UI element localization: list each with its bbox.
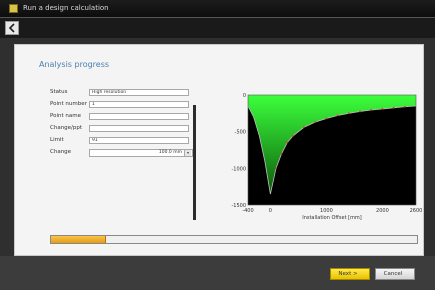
limit-field[interactable]: 91	[89, 137, 189, 144]
x-axis-label: Installation Offset [mm]	[302, 215, 362, 221]
data-point	[325, 117, 328, 120]
data-point	[336, 114, 339, 117]
y-tick-label: -1500	[231, 203, 246, 209]
status-field[interactable]: High resolution	[89, 89, 189, 96]
data-point	[392, 106, 395, 109]
next-button[interactable]: Next >	[330, 268, 370, 280]
cancel-button-label: Cancel	[383, 271, 403, 277]
data-point	[275, 167, 277, 170]
window-title: Run a design calculation	[23, 4, 109, 12]
change-select-value: 100.0 mm	[158, 150, 182, 155]
field-label-limit: Limit	[50, 137, 64, 143]
chevron-down-icon: ▾	[184, 150, 191, 156]
field-label-change-ppt: Change/ppt	[50, 125, 83, 131]
data-point	[314, 121, 317, 124]
point-name-field[interactable]	[89, 113, 189, 120]
vertical-divider	[193, 105, 196, 220]
section-title: Analysis progress	[39, 60, 110, 69]
data-point	[280, 152, 283, 155]
field-label-change: Change	[50, 149, 72, 155]
x-tick-label: 2000	[376, 208, 389, 214]
cancel-button[interactable]: Cancel	[375, 268, 415, 280]
y-tick-label: -1000	[231, 166, 246, 172]
field-label-status: Status	[50, 89, 68, 95]
data-point	[370, 109, 373, 111]
x-tick-label: 2600	[410, 208, 422, 214]
chart-svg: -400 0 1000 2000 26000-500-1000-1500Installa…	[231, 93, 422, 221]
x-tick-label: 1000	[320, 208, 333, 214]
data-point	[359, 110, 361, 113]
data-point	[303, 126, 305, 129]
progress-fill	[51, 236, 106, 243]
data-point	[291, 135, 294, 137]
field-label-point-name: Point name	[50, 113, 82, 119]
progress-bar	[50, 235, 418, 244]
data-point	[347, 112, 350, 115]
change-ppt-field[interactable]	[89, 125, 189, 132]
content-panel: Analysis progress Status High resolution…	[14, 44, 424, 256]
app-icon	[9, 4, 18, 13]
toolbar	[0, 18, 435, 38]
footer: Next > Cancel	[0, 256, 435, 290]
data-point	[286, 141, 289, 144]
back-arrow-icon[interactable]	[5, 21, 19, 35]
data-point	[381, 108, 384, 110]
next-button-label: Next >	[338, 271, 358, 277]
data-point	[403, 105, 406, 108]
title-bar: Run a design calculation	[0, 0, 435, 18]
dialog-window: Run a design calculation Analysis progre…	[0, 0, 435, 290]
field-label-point-number: Point number	[50, 101, 87, 107]
x-tick-label: 0	[269, 208, 272, 214]
offset-chart: -400 0 1000 2000 2600 0 -500 -1000 -1500 Installa…	[222, 89, 422, 229]
change-select[interactable]: 100.0 mm ▾	[89, 149, 193, 157]
y-tick-label: -500	[235, 130, 246, 136]
point-number-field[interactable]: 1	[89, 101, 189, 108]
y-tick-label: 0	[243, 93, 246, 99]
